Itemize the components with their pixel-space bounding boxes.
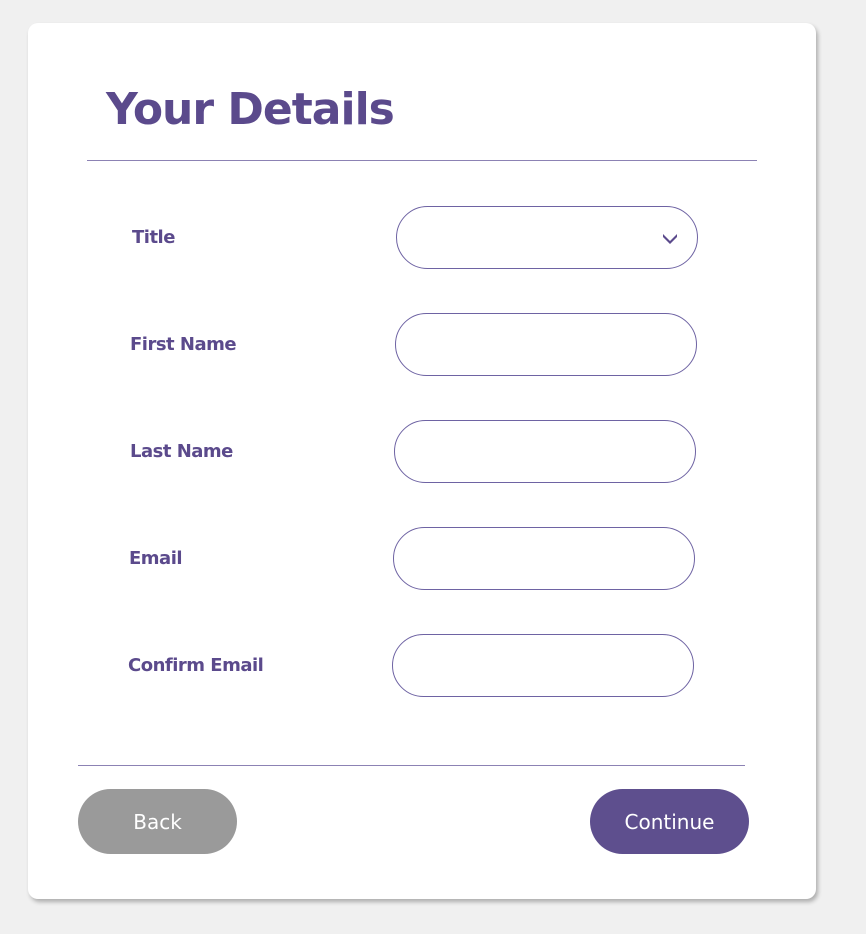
page-title: Your Details (106, 84, 395, 135)
footer-divider (78, 765, 745, 766)
first-name-input[interactable] (395, 313, 697, 376)
last-name-input[interactable] (394, 420, 696, 483)
title-label: Title (132, 227, 175, 248)
first-name-label: First Name (130, 334, 237, 355)
email-label: Email (129, 548, 183, 569)
email-input[interactable] (393, 527, 695, 590)
confirm-email-label: Confirm Email (128, 655, 264, 676)
continue-button[interactable]: Continue (590, 789, 749, 854)
header-divider (87, 160, 757, 161)
chevron-down-icon (663, 234, 677, 244)
title-select[interactable] (396, 206, 698, 269)
last-name-label: Last Name (130, 441, 233, 462)
back-button[interactable]: Back (78, 789, 237, 854)
confirm-email-input[interactable] (392, 634, 694, 697)
